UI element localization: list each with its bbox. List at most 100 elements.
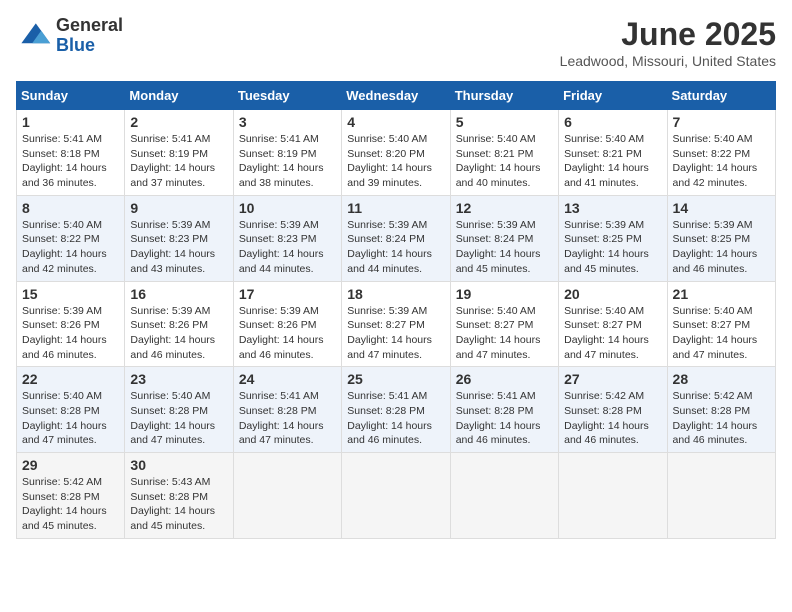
day-info: Sunrise: 5:40 AMSunset: 8:28 PMDaylight:… bbox=[130, 389, 227, 448]
calendar-cell: 5 Sunrise: 5:40 AMSunset: 8:21 PMDaylight… bbox=[450, 110, 558, 196]
day-info: Sunrise: 5:41 AMSunset: 8:28 PMDaylight:… bbox=[456, 389, 553, 448]
day-number: 21 bbox=[673, 286, 770, 302]
day-number: 9 bbox=[130, 200, 227, 216]
day-number: 10 bbox=[239, 200, 336, 216]
calendar-cell: 10Sunrise: 5:39 AMSunset: 8:23 PMDayligh… bbox=[233, 195, 341, 281]
calendar-cell: 6Sunrise: 5:40 AMSunset: 8:21 PMDaylight… bbox=[559, 110, 667, 196]
logo: General Blue bbox=[16, 16, 123, 56]
day-info: Sunrise: 5:40 AMSunset: 8:22 PMDaylight:… bbox=[673, 132, 770, 191]
logo-icon bbox=[16, 18, 52, 54]
calendar-cell: 1 Sunrise: 5:41 AMSunset: 8:18 PMDaylight… bbox=[17, 110, 125, 196]
day-info: Sunrise: 5:40 AMSunset: 8:28 PMDaylight:… bbox=[22, 389, 119, 448]
day-info: Sunrise: 5:39 AMSunset: 8:25 PMDaylight:… bbox=[564, 218, 661, 277]
calendar-cell: 15Sunrise: 5:39 AMSunset: 8:26 PMDayligh… bbox=[17, 281, 125, 367]
calendar-cell: 21 Sunrise: 5:40 AMSunset: 8:27 PMDayligh… bbox=[667, 281, 775, 367]
weekday-header-thursday: Thursday bbox=[450, 82, 558, 110]
calendar-cell: 26 Sunrise: 5:41 AMSunset: 8:28 PMDayligh… bbox=[450, 367, 558, 453]
calendar-cell: 19Sunrise: 5:40 AMSunset: 8:27 PMDayligh… bbox=[450, 281, 558, 367]
day-info: Sunrise: 5:39 AMSunset: 8:24 PMDaylight:… bbox=[456, 218, 553, 277]
day-info: Sunrise: 5:39 AMSunset: 8:26 PMDaylight:… bbox=[130, 304, 227, 363]
calendar-table: SundayMondayTuesdayWednesdayThursdayFrid… bbox=[16, 81, 776, 539]
calendar-cell bbox=[450, 453, 558, 539]
day-info: Sunrise: 5:40 AMSunset: 8:20 PMDaylight:… bbox=[347, 132, 444, 191]
calendar-cell: 16 Sunrise: 5:39 AMSunset: 8:26 PMDayligh… bbox=[125, 281, 233, 367]
day-info: Sunrise: 5:43 AMSunset: 8:28 PMDaylight:… bbox=[130, 475, 227, 534]
calendar-cell: 3Sunrise: 5:41 AMSunset: 8:19 PMDaylight… bbox=[233, 110, 341, 196]
day-info: Sunrise: 5:40 AMSunset: 8:21 PMDaylight:… bbox=[456, 132, 553, 191]
calendar-cell bbox=[342, 453, 450, 539]
calendar-cell: 12 Sunrise: 5:39 AMSunset: 8:24 PMDayligh… bbox=[450, 195, 558, 281]
day-number: 23 bbox=[130, 371, 227, 387]
day-info: Sunrise: 5:40 AMSunset: 8:27 PMDaylight:… bbox=[564, 304, 661, 363]
day-number: 30 bbox=[130, 457, 227, 473]
day-number: 26 bbox=[456, 371, 553, 387]
day-number: 29 bbox=[22, 457, 119, 473]
calendar-cell: 25 Sunrise: 5:41 AMSunset: 8:28 PMDayligh… bbox=[342, 367, 450, 453]
day-number: 13 bbox=[564, 200, 661, 216]
weekday-header-sunday: Sunday bbox=[17, 82, 125, 110]
day-number: 24 bbox=[239, 371, 336, 387]
day-info: Sunrise: 5:41 AMSunset: 8:18 PMDaylight:… bbox=[22, 132, 119, 191]
day-number: 17 bbox=[239, 286, 336, 302]
day-info: Sunrise: 5:41 AMSunset: 8:28 PMDaylight:… bbox=[239, 389, 336, 448]
calendar-cell: 17 Sunrise: 5:39 AMSunset: 8:26 PMDayligh… bbox=[233, 281, 341, 367]
day-info: Sunrise: 5:40 AMSunset: 8:22 PMDaylight:… bbox=[22, 218, 119, 277]
day-info: Sunrise: 5:40 AMSunset: 8:27 PMDaylight:… bbox=[673, 304, 770, 363]
day-number: 1 bbox=[22, 114, 119, 130]
day-number: 12 bbox=[456, 200, 553, 216]
day-info: Sunrise: 5:42 AMSunset: 8:28 PMDaylight:… bbox=[22, 475, 119, 534]
weekday-header-tuesday: Tuesday bbox=[233, 82, 341, 110]
calendar-cell: 30 Sunrise: 5:43 AMSunset: 8:28 PMDayligh… bbox=[125, 453, 233, 539]
week-row-2: 8Sunrise: 5:40 AMSunset: 8:22 PMDaylight… bbox=[17, 195, 776, 281]
title-area: June 2025 Leadwood, Missouri, United Sta… bbox=[560, 16, 776, 69]
week-row-4: 22 Sunrise: 5:40 AMSunset: 8:28 PMDayligh… bbox=[17, 367, 776, 453]
calendar-cell: 23 Sunrise: 5:40 AMSunset: 8:28 PMDayligh… bbox=[125, 367, 233, 453]
calendar-cell: 22 Sunrise: 5:40 AMSunset: 8:28 PMDayligh… bbox=[17, 367, 125, 453]
calendar-cell: 28 Sunrise: 5:42 AMSunset: 8:28 PMDayligh… bbox=[667, 367, 775, 453]
day-number: 20 bbox=[564, 286, 661, 302]
weekday-header-wednesday: Wednesday bbox=[342, 82, 450, 110]
calendar-cell bbox=[667, 453, 775, 539]
day-info: Sunrise: 5:39 AMSunset: 8:24 PMDaylight:… bbox=[347, 218, 444, 277]
day-info: Sunrise: 5:39 AMSunset: 8:26 PMDaylight:… bbox=[239, 304, 336, 363]
week-row-1: 1 Sunrise: 5:41 AMSunset: 8:18 PMDaylight… bbox=[17, 110, 776, 196]
day-number: 27 bbox=[564, 371, 661, 387]
header: General Blue June 2025 Leadwood, Missour… bbox=[16, 16, 776, 69]
calendar-cell: 18Sunrise: 5:39 AMSunset: 8:27 PMDayligh… bbox=[342, 281, 450, 367]
day-info: Sunrise: 5:42 AMSunset: 8:28 PMDaylight:… bbox=[673, 389, 770, 448]
day-number: 28 bbox=[673, 371, 770, 387]
day-number: 5 bbox=[456, 114, 553, 130]
day-info: Sunrise: 5:41 AMSunset: 8:28 PMDaylight:… bbox=[347, 389, 444, 448]
day-number: 2 bbox=[130, 114, 227, 130]
day-number: 25 bbox=[347, 371, 444, 387]
day-number: 4 bbox=[347, 114, 444, 130]
logo-blue-text: Blue bbox=[56, 36, 123, 56]
calendar-cell: 14Sunrise: 5:39 AMSunset: 8:25 PMDayligh… bbox=[667, 195, 775, 281]
day-number: 22 bbox=[22, 371, 119, 387]
month-title: June 2025 bbox=[560, 16, 776, 53]
calendar-cell: 13 Sunrise: 5:39 AMSunset: 8:25 PMDayligh… bbox=[559, 195, 667, 281]
calendar-cell: 24 Sunrise: 5:41 AMSunset: 8:28 PMDayligh… bbox=[233, 367, 341, 453]
calendar-cell: 7Sunrise: 5:40 AMSunset: 8:22 PMDaylight… bbox=[667, 110, 775, 196]
calendar-cell: 11Sunrise: 5:39 AMSunset: 8:24 PMDayligh… bbox=[342, 195, 450, 281]
calendar-cell: 9 Sunrise: 5:39 AMSunset: 8:23 PMDaylight… bbox=[125, 195, 233, 281]
day-info: Sunrise: 5:39 AMSunset: 8:27 PMDaylight:… bbox=[347, 304, 444, 363]
day-number: 15 bbox=[22, 286, 119, 302]
location-title: Leadwood, Missouri, United States bbox=[560, 53, 776, 69]
day-number: 16 bbox=[130, 286, 227, 302]
weekday-header-monday: Monday bbox=[125, 82, 233, 110]
day-info: Sunrise: 5:42 AMSunset: 8:28 PMDaylight:… bbox=[564, 389, 661, 448]
week-row-3: 15 Sunrise: 5:39 AMSunset: 8:26 PMDayligh… bbox=[17, 281, 776, 367]
day-number: 14 bbox=[673, 200, 770, 216]
calendar-cell: 2 Sunrise: 5:41 AMSunset: 8:19 PMDaylight… bbox=[125, 110, 233, 196]
weekday-header-friday: Friday bbox=[559, 82, 667, 110]
logo-text: General Blue bbox=[56, 16, 123, 56]
calendar-cell: 8Sunrise: 5:40 AMSunset: 8:22 PMDaylight… bbox=[17, 195, 125, 281]
calendar-cell: 4 Sunrise: 5:40 AMSunset: 8:20 PMDaylight… bbox=[342, 110, 450, 196]
day-info: Sunrise: 5:41 AMSunset: 8:19 PMDaylight:… bbox=[130, 132, 227, 191]
calendar-cell: 29 Sunrise: 5:42 AMSunset: 8:28 PMDayligh… bbox=[17, 453, 125, 539]
day-info: Sunrise: 5:39 AMSunset: 8:23 PMDaylight:… bbox=[130, 218, 227, 277]
weekday-header-saturday: Saturday bbox=[667, 82, 775, 110]
calendar-cell: 27 Sunrise: 5:42 AMSunset: 8:28 PMDayligh… bbox=[559, 367, 667, 453]
week-row-5: 29 Sunrise: 5:42 AMSunset: 8:28 PMDayligh… bbox=[17, 453, 776, 539]
